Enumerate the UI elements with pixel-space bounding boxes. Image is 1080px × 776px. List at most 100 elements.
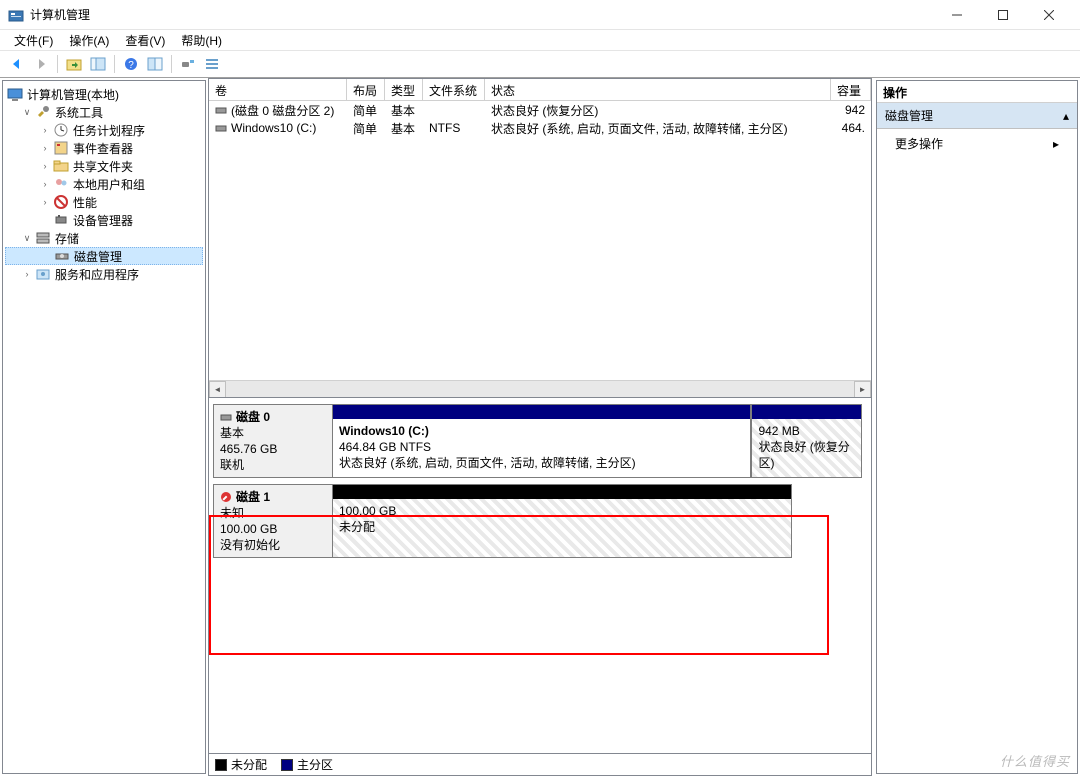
storage-icon bbox=[35, 230, 51, 246]
expand-icon[interactable]: › bbox=[39, 142, 51, 154]
collapse-icon[interactable]: ∨ bbox=[21, 232, 33, 244]
body: 计算机管理(本地) ∨ 系统工具 › 任务计划程序 › 事件查看器 › 共享文件… bbox=[0, 78, 1080, 776]
tools-icon bbox=[35, 104, 51, 120]
properties-button[interactable] bbox=[144, 53, 166, 75]
expand-icon[interactable]: › bbox=[21, 268, 33, 280]
tree-performance[interactable]: › 性能 bbox=[5, 193, 203, 211]
menu-view[interactable]: 查看(V) bbox=[117, 30, 173, 51]
tree-device-manager[interactable]: 设备管理器 bbox=[5, 211, 203, 229]
actions-section-label: 磁盘管理 bbox=[885, 107, 933, 124]
partition[interactable]: 942 MB状态良好 (恢复分区) bbox=[751, 404, 862, 478]
tree-label: 性能 bbox=[73, 194, 97, 211]
folder-icon bbox=[53, 158, 69, 174]
expand-icon[interactable]: › bbox=[39, 160, 51, 172]
disk-icon bbox=[54, 248, 70, 264]
disk-info[interactable]: 磁盘 1未知100.00 GB没有初始化 bbox=[213, 484, 333, 558]
partition[interactable]: 100.00 GB未分配 bbox=[332, 484, 792, 558]
maximize-button[interactable] bbox=[980, 0, 1026, 30]
tree-storage[interactable]: ∨ 存储 bbox=[5, 229, 203, 247]
disk-row: 磁盘 0基本465.76 GB联机Windows10 (C:)464.84 GB… bbox=[213, 404, 867, 478]
tree-shared-folders[interactable]: › 共享文件夹 bbox=[5, 157, 203, 175]
help-button[interactable]: ? bbox=[120, 53, 142, 75]
volume-row[interactable]: Windows10 (C:)简单基本NTFS状态良好 (系统, 启动, 页面文件… bbox=[209, 119, 871, 137]
chevron-up-icon: ▴ bbox=[1063, 109, 1069, 123]
disk-layout: Windows10 (C:)464.84 GB NTFS状态良好 (系统, 启动… bbox=[332, 404, 862, 478]
tree-label: 共享文件夹 bbox=[73, 158, 133, 175]
action-more[interactable]: 更多操作 ▸ bbox=[877, 129, 1077, 158]
actions-section[interactable]: 磁盘管理 ▴ bbox=[877, 103, 1077, 129]
window-title: 计算机管理 bbox=[30, 6, 934, 23]
partition[interactable]: Windows10 (C:)464.84 GB NTFS状态良好 (系统, 启动… bbox=[332, 404, 751, 478]
tree-label: 任务计划程序 bbox=[73, 122, 145, 139]
tree[interactable]: 计算机管理(本地) ∨ 系统工具 › 任务计划程序 › 事件查看器 › 共享文件… bbox=[3, 81, 205, 287]
volume-row[interactable]: (磁盘 0 磁盘分区 2)简单基本状态良好 (恢复分区)942 bbox=[209, 101, 871, 119]
tree-label: 设备管理器 bbox=[73, 212, 133, 229]
menu-action[interactable]: 操作(A) bbox=[61, 30, 117, 51]
tree-system-tools[interactable]: ∨ 系统工具 bbox=[5, 103, 203, 121]
tree-services[interactable]: › 服务和应用程序 bbox=[5, 265, 203, 283]
legend-unallocated: 未分配 bbox=[231, 756, 267, 773]
tree-panel: 计算机管理(本地) ∨ 系统工具 › 任务计划程序 › 事件查看器 › 共享文件… bbox=[2, 80, 206, 774]
disk-info[interactable]: 磁盘 0基本465.76 GB联机 bbox=[213, 404, 333, 478]
action-more-label: 更多操作 bbox=[895, 135, 943, 152]
titlebar: 计算机管理 bbox=[0, 0, 1080, 30]
minimize-button[interactable] bbox=[934, 0, 980, 30]
scroll-track[interactable] bbox=[226, 381, 854, 398]
tree-label: 系统工具 bbox=[55, 104, 103, 121]
window-controls bbox=[934, 0, 1072, 30]
legend: 未分配 主分区 bbox=[209, 753, 871, 775]
tree-label: 存储 bbox=[55, 230, 79, 247]
performance-icon bbox=[53, 194, 69, 210]
scroll-right-button[interactable]: ► bbox=[854, 381, 871, 398]
expand-icon[interactable]: › bbox=[39, 196, 51, 208]
close-button[interactable] bbox=[1026, 0, 1072, 30]
device-icon bbox=[53, 212, 69, 228]
up-button[interactable] bbox=[63, 53, 85, 75]
services-icon bbox=[35, 266, 51, 282]
swatch-unallocated bbox=[215, 759, 227, 771]
svg-text:?: ? bbox=[128, 60, 134, 71]
volume-list[interactable]: 卷 布局 类型 文件系统 状态 容量 (磁盘 0 磁盘分区 2)简单基本状态良好… bbox=[208, 78, 872, 398]
swatch-primary bbox=[281, 759, 293, 771]
forward-button[interactable] bbox=[30, 53, 52, 75]
computer-icon bbox=[7, 86, 23, 102]
tree-local-users[interactable]: › 本地用户和组 bbox=[5, 175, 203, 193]
col-type[interactable]: 类型 bbox=[385, 79, 423, 100]
chevron-right-icon: ▸ bbox=[1053, 137, 1059, 151]
col-status[interactable]: 状态 bbox=[485, 79, 831, 100]
users-icon bbox=[53, 176, 69, 192]
actions-header: 操作 bbox=[877, 81, 1077, 103]
back-button[interactable] bbox=[6, 53, 28, 75]
list-button[interactable] bbox=[201, 53, 223, 75]
tree-event-viewer[interactable]: › 事件查看器 bbox=[5, 139, 203, 157]
tree-task-scheduler[interactable]: › 任务计划程序 bbox=[5, 121, 203, 139]
app-icon bbox=[8, 7, 24, 23]
actions-panel: 操作 磁盘管理 ▴ 更多操作 ▸ bbox=[876, 80, 1078, 774]
refresh-button[interactable] bbox=[177, 53, 199, 75]
event-icon bbox=[53, 140, 69, 156]
col-layout[interactable]: 布局 bbox=[347, 79, 385, 100]
tree-root[interactable]: 计算机管理(本地) bbox=[5, 85, 203, 103]
clock-icon bbox=[53, 122, 69, 138]
toolbar: ? bbox=[0, 50, 1080, 78]
tree-disk-management[interactable]: 磁盘管理 bbox=[5, 247, 203, 265]
menubar: 文件(F) 操作(A) 查看(V) 帮助(H) bbox=[0, 30, 1080, 50]
tree-label: 事件查看器 bbox=[73, 140, 133, 157]
volume-rows: (磁盘 0 磁盘分区 2)简单基本状态良好 (恢复分区)942Windows10… bbox=[209, 101, 871, 137]
volume-header[interactable]: 卷 布局 类型 文件系统 状态 容量 bbox=[209, 79, 871, 101]
disk-row: 磁盘 1未知100.00 GB没有初始化100.00 GB未分配 bbox=[213, 484, 867, 558]
col-fs[interactable]: 文件系统 bbox=[423, 79, 485, 100]
blank-icon bbox=[39, 214, 51, 226]
col-volume[interactable]: 卷 bbox=[209, 79, 347, 100]
disk-layout: 100.00 GB未分配 bbox=[332, 484, 792, 558]
volume-scrollbar[interactable]: ◄ ► bbox=[209, 380, 871, 397]
scroll-left-button[interactable]: ◄ bbox=[209, 381, 226, 398]
col-capacity[interactable]: 容量 bbox=[831, 79, 871, 100]
show-hide-tree-button[interactable] bbox=[87, 53, 109, 75]
menu-help[interactable]: 帮助(H) bbox=[173, 30, 230, 51]
expand-icon[interactable]: › bbox=[39, 178, 51, 190]
expand-icon[interactable]: › bbox=[39, 124, 51, 136]
menu-file[interactable]: 文件(F) bbox=[6, 30, 61, 51]
collapse-icon[interactable]: ∨ bbox=[21, 106, 33, 118]
legend-primary: 主分区 bbox=[297, 756, 333, 773]
